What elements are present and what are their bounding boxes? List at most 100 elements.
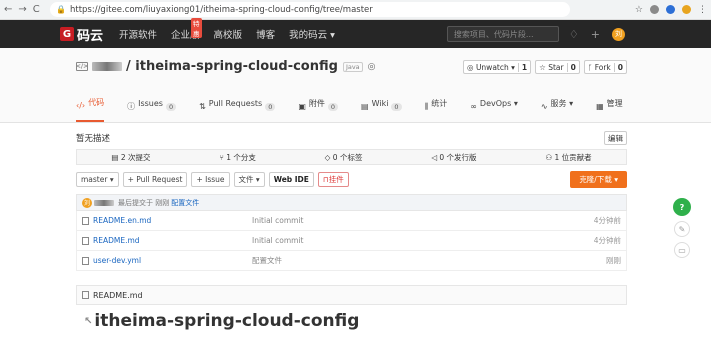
nav-open-source[interactable]: 开源软件 bbox=[119, 27, 157, 41]
lock-icon: 🔒 bbox=[56, 5, 66, 14]
web-ide-button[interactable]: Web IDE bbox=[268, 171, 314, 187]
repo-name[interactable]: / itheima-spring-cloud-config bbox=[126, 59, 338, 74]
file-commit-msg[interactable]: Initial commit bbox=[252, 236, 594, 245]
language-badge: Java bbox=[342, 61, 363, 72]
file-name[interactable]: user-dev.yml bbox=[93, 256, 141, 265]
author-name-blurred[interactable] bbox=[94, 199, 114, 206]
readme-title: ↖ itheima-spring-cloud-config bbox=[84, 311, 360, 331]
top-icons: ♢ + 刘 bbox=[569, 27, 625, 41]
top-nav: 开源软件 企业版 特惠 高校版 博客 我的码云 ▾ bbox=[119, 18, 335, 41]
comment-icon[interactable]: ▭ bbox=[674, 242, 690, 258]
profile-icon[interactable] bbox=[682, 5, 691, 14]
tab-services[interactable]: ∿ 服务 ▾ bbox=[541, 97, 573, 122]
bell-icon[interactable]: ♢ bbox=[569, 28, 579, 41]
url-text: https://gitee.com/liuyaxiong01/itheima-s… bbox=[69, 4, 373, 15]
file-time: 4分钟前 bbox=[593, 216, 621, 225]
clone-download-button[interactable]: 克隆/下载 ▾ bbox=[570, 170, 627, 188]
stat-releases[interactable]: ◁ 0 个发行版 bbox=[431, 152, 476, 163]
commit-text: 最后提交于 刚刚 bbox=[118, 198, 170, 207]
star-icon[interactable]: ☆ bbox=[635, 5, 643, 15]
new-pull-request-button[interactable]: + Pull Request bbox=[122, 171, 188, 187]
help-button[interactable]: ? bbox=[673, 198, 691, 216]
wiki-icon: ▤ bbox=[361, 102, 369, 111]
description-text: 暂无描述 bbox=[76, 134, 111, 144]
forward-icon[interactable]: → bbox=[18, 4, 26, 15]
tab-pull-requests[interactable]: ⇅ Pull Requests 0 bbox=[199, 97, 276, 122]
new-issue-button[interactable]: + Issue bbox=[191, 171, 230, 187]
back-icon[interactable]: ← bbox=[4, 4, 12, 15]
file-row[interactable]: user-dev.yml 配置文件 刚刚 bbox=[76, 251, 627, 271]
anchor-icon[interactable]: ↖ bbox=[84, 316, 92, 327]
tab-code[interactable]: ‹/› 代码 bbox=[76, 97, 105, 122]
file-row[interactable]: README.md Initial commit 4分钟前 bbox=[76, 231, 627, 251]
browser-extensions: ☆ ⋮ bbox=[635, 5, 707, 15]
browser-toolbar: ← → C 🔒 https://gitee.com/liuyaxiong01/i… bbox=[0, 0, 711, 20]
readme-filename: README.md bbox=[93, 290, 143, 300]
file-icon bbox=[82, 236, 89, 245]
watch-button[interactable]: ◎ Unwatch ▾ 1 bbox=[463, 60, 532, 74]
stat-contributors[interactable]: ⚇ 1 位贡献者 bbox=[545, 152, 591, 163]
edit-icon[interactable]: ✎ bbox=[674, 221, 690, 237]
file-icon bbox=[82, 291, 89, 299]
file-row[interactable]: README.en.md Initial commit 4分钟前 bbox=[76, 211, 627, 231]
extension-icon[interactable] bbox=[666, 5, 675, 14]
commit-message-link[interactable]: 配置文件 bbox=[171, 198, 199, 208]
file-menu-button[interactable]: 文件 ▾ bbox=[233, 171, 265, 187]
fork-button[interactable]: ᚴ Fork 0 bbox=[583, 60, 627, 74]
tag-icon: ◇ bbox=[324, 152, 333, 162]
tab-devops[interactable]: ∞ DevOps ▾ bbox=[470, 97, 518, 122]
floating-actions: ? ✎ ▭ bbox=[673, 198, 691, 258]
latest-commit-bar: 刘 最后提交于 刚刚 配置文件 bbox=[76, 194, 627, 211]
reload-icon[interactable]: C bbox=[33, 4, 40, 15]
file-time: 4分钟前 bbox=[593, 236, 621, 245]
branch-select[interactable]: master ▾ bbox=[76, 171, 119, 187]
tab-wiki[interactable]: ▤ Wiki 0 bbox=[361, 97, 402, 122]
repo-header: </> / itheima-spring-cloud-config Java ◎… bbox=[0, 48, 711, 123]
stat-commits[interactable]: ▤ 2 次提交 bbox=[111, 152, 150, 163]
repo-icon: </> bbox=[75, 62, 89, 71]
gitee-header: G 码云 开源软件 企业版 特惠 高校版 博客 我的码云 ▾ 搜索项目、代码片段..… bbox=[0, 18, 711, 48]
avatar[interactable]: 刘 bbox=[612, 27, 625, 41]
pulse-icon: ∿ bbox=[540, 102, 548, 111]
nav-enterprise[interactable]: 企业版 特惠 bbox=[171, 18, 202, 41]
repo-stats: ▤ 2 次提交 ⑂ 1 个分支 ◇ 0 个标签 ◁ 0 个发行版 ⚇ 1 位贡献… bbox=[76, 149, 627, 165]
file-name[interactable]: README.md bbox=[93, 236, 140, 245]
menu-icon[interactable]: ⋮ bbox=[698, 5, 707, 15]
settings-icon: ▦ bbox=[596, 102, 604, 111]
tab-manage[interactable]: ▦ 管理 bbox=[596, 97, 623, 122]
nav-edu[interactable]: 高校版 bbox=[214, 27, 243, 41]
code-icon: ‹/› bbox=[76, 101, 86, 110]
file-icon bbox=[82, 216, 89, 225]
repo-toolbar: master ▾ + Pull Request + Issue 文件 ▾ Web… bbox=[76, 170, 627, 188]
file-icon bbox=[82, 256, 89, 265]
file-time: 刚刚 bbox=[606, 256, 621, 265]
commit-author-avatar[interactable]: 刘 bbox=[82, 197, 92, 208]
stat-tags[interactable]: ◇ 0 个标签 bbox=[325, 152, 363, 163]
file-commit-msg[interactable]: Initial commit bbox=[252, 216, 594, 225]
logo[interactable]: G 码云 bbox=[60, 25, 103, 44]
gitee-logo-icon: G bbox=[60, 27, 74, 41]
address-bar[interactable]: 🔒 https://gitee.com/liuyaxiong01/itheima… bbox=[50, 2, 570, 17]
extension-icon[interactable] bbox=[650, 5, 659, 14]
mount-button[interactable]: ⊓ 挂件 bbox=[317, 171, 349, 187]
tab-issues[interactable]: ⓘ Issues 0 bbox=[127, 97, 177, 122]
stat-branches[interactable]: ⑂ 1 个分支 bbox=[219, 152, 256, 163]
issue-icon: ⓘ bbox=[127, 102, 136, 111]
commit-icon: ▤ bbox=[111, 152, 121, 162]
attachment-icon: ▣ bbox=[298, 102, 306, 111]
ops-icon[interactable]: ◎ bbox=[368, 62, 376, 72]
owner-name-blurred[interactable] bbox=[92, 62, 122, 71]
nav-my-gitee[interactable]: 我的码云 ▾ bbox=[289, 27, 335, 41]
nav-blog[interactable]: 博客 bbox=[256, 27, 275, 41]
tab-stats[interactable]: ⫼ 统计 bbox=[425, 97, 448, 122]
edit-button[interactable]: 编辑 bbox=[604, 131, 627, 145]
plus-icon[interactable]: + bbox=[591, 28, 600, 41]
file-name[interactable]: README.en.md bbox=[93, 216, 151, 225]
search-input[interactable]: 搜索项目、代码片段... bbox=[446, 26, 559, 42]
browser-nav: ← → C bbox=[4, 4, 50, 15]
chart-icon: ⫼ bbox=[424, 101, 429, 111]
file-commit-msg[interactable]: 配置文件 bbox=[252, 255, 606, 266]
tab-attachments[interactable]: ▣ 附件 0 bbox=[298, 97, 339, 122]
main-content: 暂无描述 编辑 ▤ 2 次提交 ⑂ 1 个分支 ◇ 0 个标签 ◁ 0 个发行版… bbox=[0, 127, 711, 331]
star-button[interactable]: ☆ Star 0 bbox=[535, 60, 580, 74]
